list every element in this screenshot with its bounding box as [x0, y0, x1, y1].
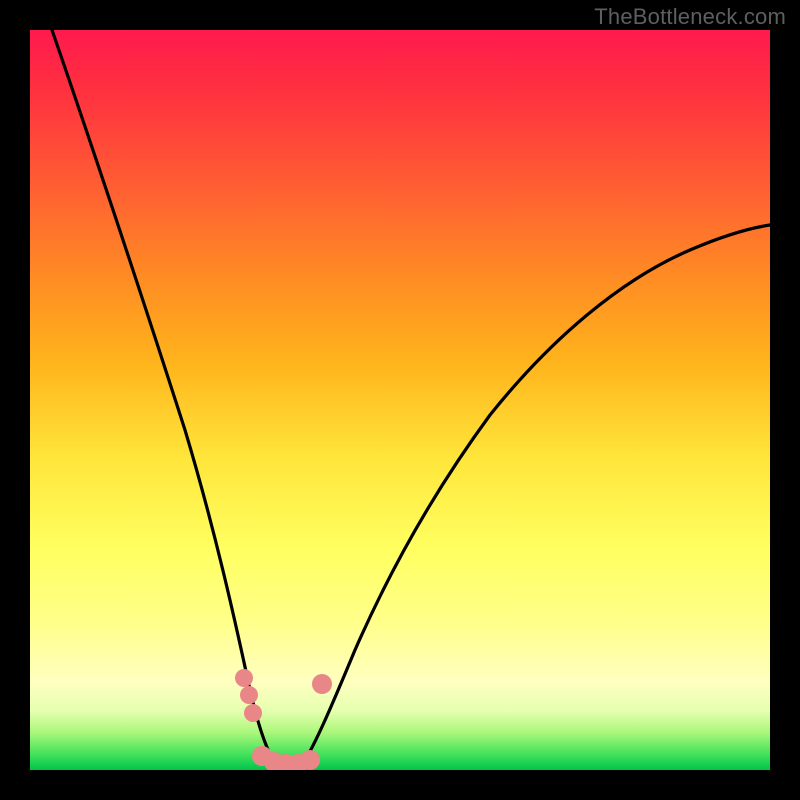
- plot-area: [30, 30, 770, 770]
- watermark-text: TheBottleneck.com: [594, 4, 786, 30]
- left-curve: [52, 30, 276, 765]
- right-curve: [302, 225, 770, 765]
- floor-dots: [235, 669, 332, 770]
- curves-layer: [30, 30, 770, 770]
- chart-frame: TheBottleneck.com: [0, 0, 800, 800]
